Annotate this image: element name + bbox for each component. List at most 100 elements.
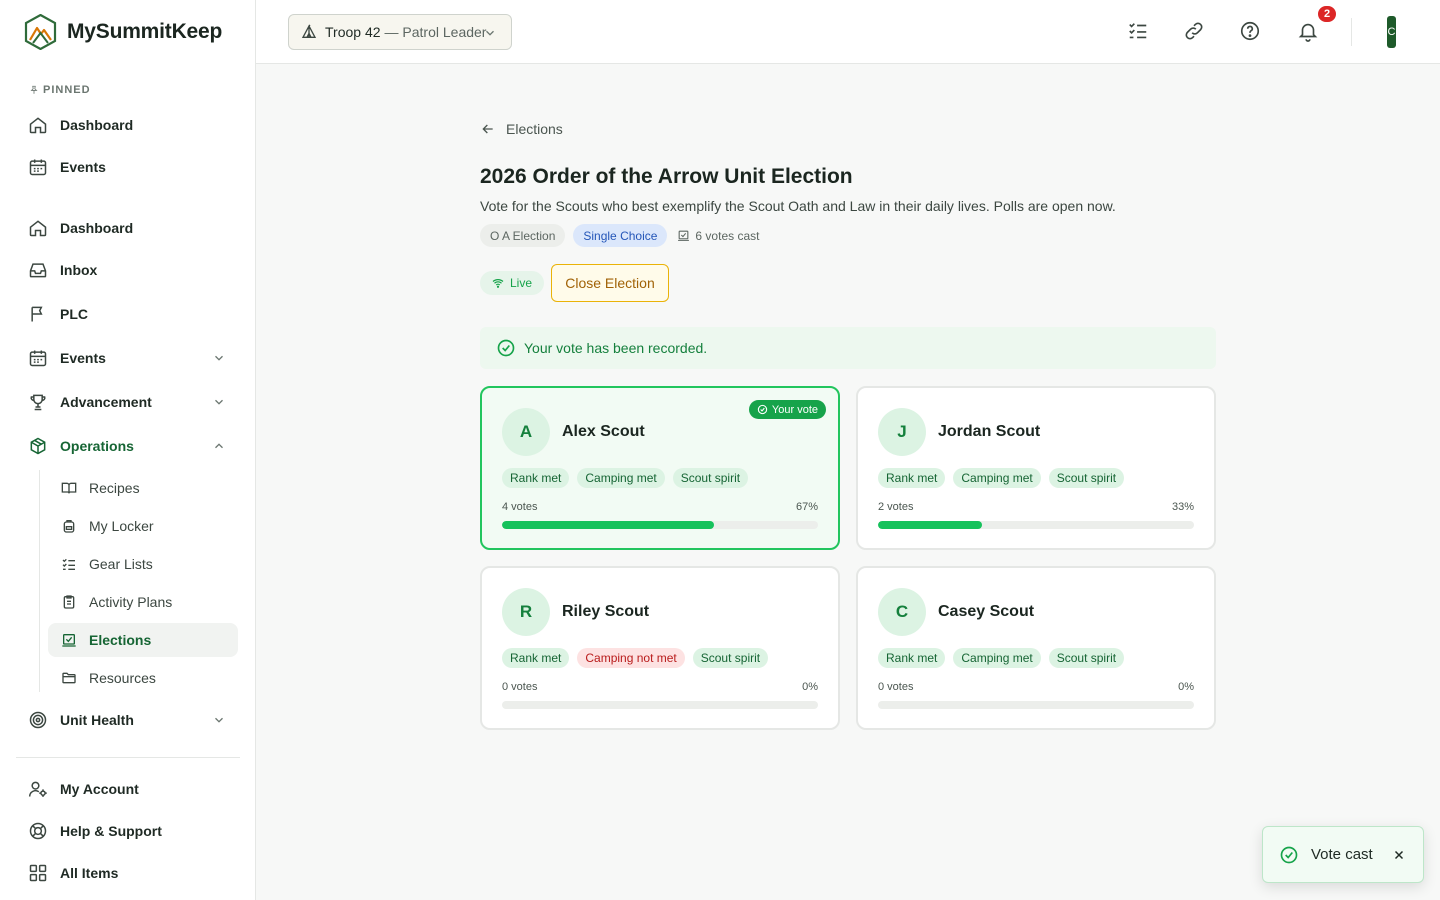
election-meta: O A Election Single Choice 6 votes cast xyxy=(480,224,759,247)
main-content: Elections 2026 Order of the Arrow Unit E… xyxy=(256,65,1440,900)
top-header: Troop 42 — Patrol Leader 2 C xyxy=(256,0,1440,64)
user-avatar[interactable]: C xyxy=(1387,16,1396,48)
sidebar-item-advancement[interactable]: Advancement xyxy=(16,384,240,420)
vote-progress-track xyxy=(878,521,1194,529)
pinned-item-dashboard[interactable]: Dashboard xyxy=(16,107,240,143)
eligibility-tag: Scout spirit xyxy=(1048,648,1125,668)
toast-message: Vote cast xyxy=(1311,846,1373,863)
eligibility-tags: Rank met Camping met Scout spirit xyxy=(502,468,749,488)
brand[interactable]: MySummitKeep xyxy=(24,14,222,50)
eligibility-tag: Scout spirit xyxy=(692,648,769,668)
inbox-icon xyxy=(28,260,48,280)
checklist-icon xyxy=(61,556,77,572)
checklist-icon[interactable] xyxy=(1127,20,1151,44)
election-type-chip: O A Election xyxy=(480,224,566,247)
chevron-down-icon xyxy=(212,395,226,409)
close-election-button[interactable]: Close Election xyxy=(551,264,669,302)
eligibility-tag: Rank met xyxy=(878,648,946,668)
header-divider xyxy=(1351,18,1352,46)
vote-count: 0 votes xyxy=(502,681,538,693)
vote-count: 4 votes xyxy=(502,501,538,513)
flag-icon xyxy=(28,304,48,324)
check-circle-icon xyxy=(757,404,768,415)
pinned-item-events[interactable]: Events xyxy=(16,149,240,185)
sidebar-subitem-activity-plans[interactable]: Activity Plans xyxy=(48,585,238,619)
ballot-box-icon xyxy=(677,229,690,242)
sidebar-subitem-resources[interactable]: Resources xyxy=(48,661,238,695)
sidebar-subitem-elections[interactable]: Elections xyxy=(48,623,238,657)
arrow-left-icon xyxy=(480,121,496,137)
vote-progress-fill xyxy=(878,521,983,529)
candidate-avatar: J xyxy=(878,408,926,456)
target-icon xyxy=(28,710,48,730)
home-icon xyxy=(28,115,48,135)
your-vote-badge: Your vote xyxy=(748,400,826,419)
candidate-name: Casey Scout xyxy=(938,603,1035,620)
back-to-elections-link[interactable]: Elections xyxy=(480,121,563,137)
chevron-up-icon xyxy=(212,439,226,453)
folder-icon xyxy=(61,670,77,686)
sidebar-item-unit-health[interactable]: Unit Health xyxy=(16,702,240,738)
troop-name: Troop 42 xyxy=(325,24,381,40)
link-icon[interactable] xyxy=(1183,20,1207,44)
vote-progress-track xyxy=(502,701,818,709)
grid-icon xyxy=(28,863,48,883)
sidebar-item-all-items[interactable]: All Items xyxy=(16,855,240,891)
candidate-avatar: R xyxy=(502,588,550,636)
user-settings-icon xyxy=(28,779,48,799)
eligibility-tag: Camping met xyxy=(953,468,1041,488)
candidate-card[interactable]: J Jordan Scout Rank met Camping met Scou… xyxy=(856,386,1216,550)
page-description: Vote for the Scouts who best exemplify t… xyxy=(480,198,1116,214)
vote-percent: 67% xyxy=(795,501,818,513)
vote-percent: 33% xyxy=(1171,501,1194,513)
trophy-icon xyxy=(28,392,48,412)
package-icon xyxy=(28,436,48,456)
eligibility-tags: Rank met Camping not met Scout spirit xyxy=(502,648,769,668)
calendar-icon xyxy=(28,157,48,177)
vote-recorded-alert: Your vote has been recorded. xyxy=(480,327,1216,369)
toast-notification: Vote cast xyxy=(1262,826,1424,883)
sidebar-item-inbox[interactable]: Inbox xyxy=(16,252,240,288)
candidate-name: Jordan Scout xyxy=(938,423,1041,440)
candidate-avatar: C xyxy=(878,588,926,636)
votes-cast: 6 votes cast xyxy=(677,229,759,243)
book-icon xyxy=(61,480,77,496)
eligibility-tag: Camping not met xyxy=(577,648,685,668)
sidebar-item-plc[interactable]: PLC xyxy=(16,296,240,332)
candidate-card[interactable]: A Alex Scout Your vote Rank met Camping … xyxy=(480,386,840,550)
ballot-icon xyxy=(61,632,77,648)
candidate-card[interactable]: R Riley Scout Rank met Camping not met S… xyxy=(480,566,840,730)
eligibility-tags: Rank met Camping met Scout spirit xyxy=(878,648,1125,668)
eligibility-tag: Rank met xyxy=(878,468,946,488)
brand-name: MySummitKeep xyxy=(67,20,223,43)
bell-icon[interactable] xyxy=(1297,20,1321,44)
sidebar-item-events[interactable]: Events xyxy=(16,340,240,376)
sidebar-subitem-gear-lists[interactable]: Gear Lists xyxy=(48,547,238,581)
check-circle-icon xyxy=(496,338,516,358)
pinned-section-label: PINNED xyxy=(29,84,91,96)
help-circle-icon[interactable] xyxy=(1239,20,1263,44)
backpack-icon xyxy=(61,518,77,534)
chevron-down-icon xyxy=(212,351,226,365)
sidebar-item-operations[interactable]: Operations xyxy=(16,428,240,464)
home-icon xyxy=(28,218,48,238)
vote-count: 0 votes xyxy=(878,681,914,693)
close-icon[interactable] xyxy=(1393,849,1405,861)
check-circle-icon xyxy=(1279,845,1299,865)
candidate-avatar: A xyxy=(502,408,550,456)
sidebar-subitem-my-locker[interactable]: My Locker xyxy=(48,509,238,543)
eligibility-tags: Rank met Camping met Scout spirit xyxy=(878,468,1125,488)
eligibility-tag: Camping met xyxy=(577,468,665,488)
page-title: 2026 Order of the Arrow Unit Election xyxy=(480,165,853,188)
vote-progress-track xyxy=(878,701,1194,709)
sidebar-item-my-account[interactable]: My Account xyxy=(16,771,240,807)
candidate-name: Riley Scout xyxy=(562,603,650,620)
mountain-logo-icon xyxy=(24,14,57,50)
candidate-card[interactable]: C Casey Scout Rank met Camping met Scout… xyxy=(856,566,1216,730)
sidebar-item-help-support[interactable]: Help & Support xyxy=(16,813,240,849)
vote-percent: 0% xyxy=(802,681,818,693)
sidebar-subitem-recipes[interactable]: Recipes xyxy=(48,471,238,505)
sidebar-item-dashboard[interactable]: Dashboard xyxy=(16,210,240,246)
troop-role-select[interactable]: Troop 42 — Patrol Leader xyxy=(288,14,512,50)
vote-progress-track xyxy=(502,521,818,529)
